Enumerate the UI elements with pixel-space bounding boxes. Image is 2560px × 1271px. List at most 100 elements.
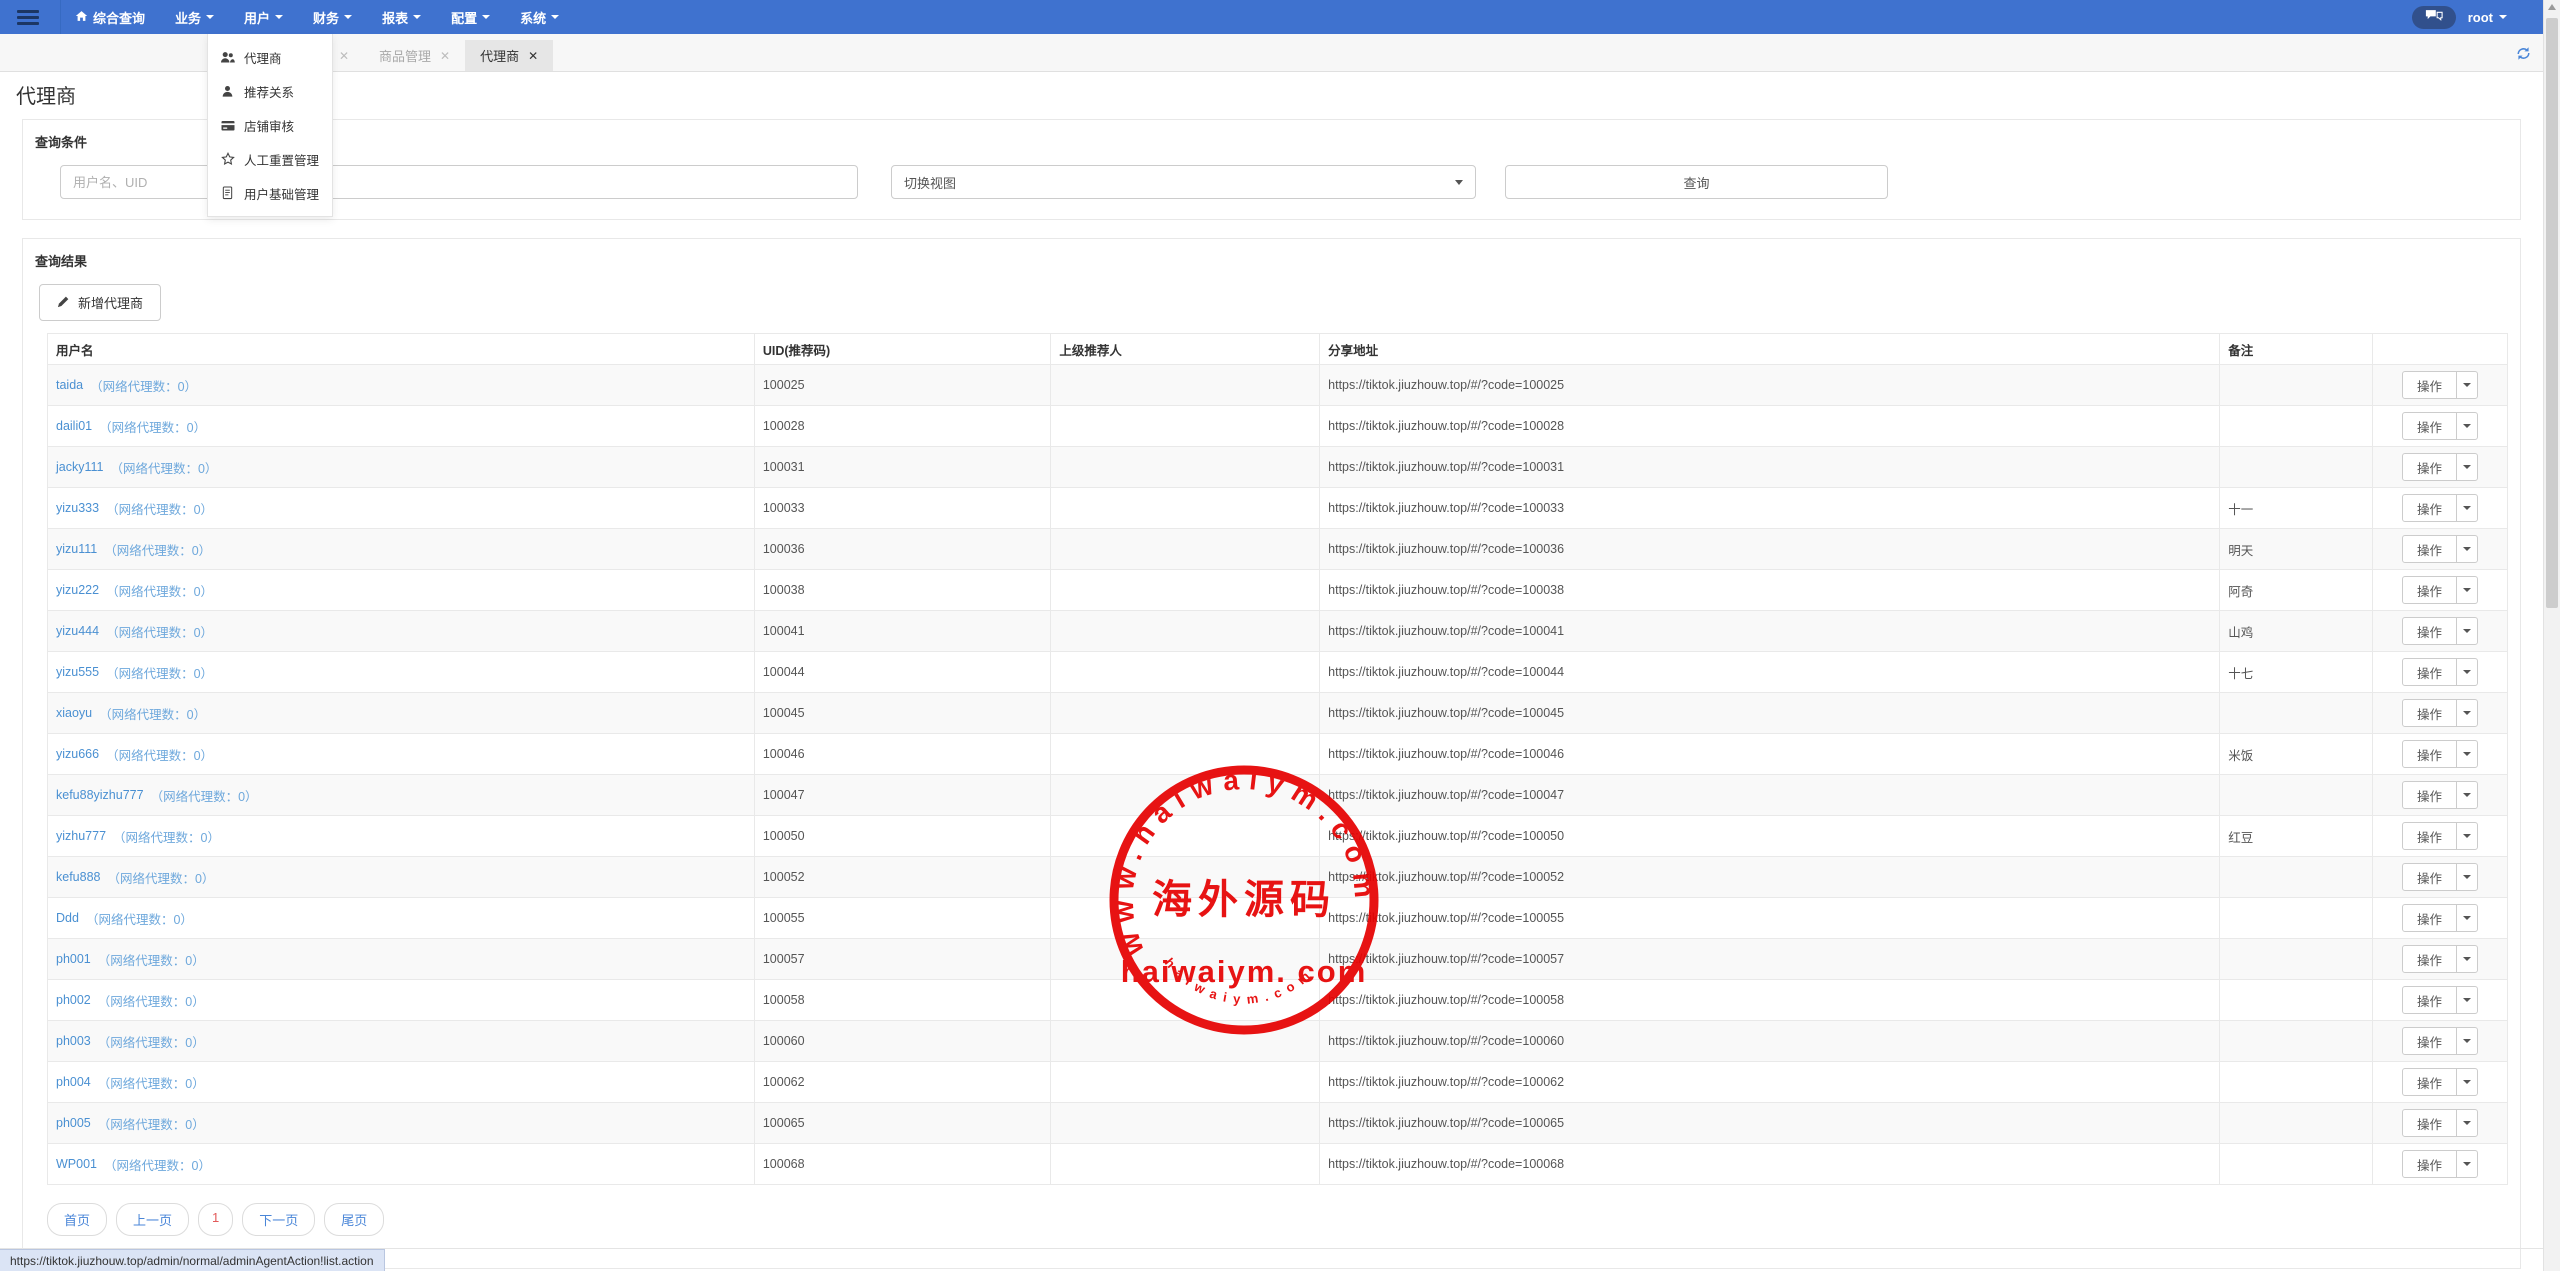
menu-item-referrals[interactable]: 推荐关系 [208,74,332,108]
messages-button[interactable] [2412,6,2456,29]
row-action-caret[interactable] [2456,863,2478,891]
pagination-next[interactable]: 下一页 [242,1203,315,1236]
row-action-button[interactable]: 操作 [2402,986,2457,1014]
username-link[interactable]: ph001 [56,952,91,966]
row-action-button[interactable]: 操作 [2402,658,2457,686]
row-action-caret[interactable] [2456,822,2478,850]
row-action-button[interactable]: 操作 [2402,412,2457,440]
row-action-button[interactable]: 操作 [2402,740,2457,768]
username-link[interactable]: yizu444 [56,624,99,638]
username-link[interactable]: yizu222 [56,583,99,597]
row-action-button[interactable]: 操作 [2402,1068,2457,1096]
username-link[interactable]: yizu333 [56,501,99,515]
row-action-button[interactable]: 操作 [2402,1027,2457,1055]
table-row: kefu88yizhu777 （网络代理数：0） 100047 https://… [48,774,2507,815]
row-action-caret[interactable] [2456,740,2478,768]
pagination-last[interactable]: 尾页 [324,1203,384,1236]
user-menu[interactable]: root [2468,10,2507,25]
username-link[interactable]: yizhu777 [56,829,106,843]
row-action-caret[interactable] [2456,412,2478,440]
nav-item-report[interactable]: 报表 [382,8,421,27]
menu-item-user-base[interactable]: 用户基础管理 [208,176,332,210]
row-action-button[interactable]: 操作 [2402,453,2457,481]
username-link[interactable]: yizu666 [56,747,99,761]
row-action-button[interactable]: 操作 [2402,699,2457,727]
pagination-first[interactable]: 首页 [47,1203,107,1236]
scrollbar-thumb[interactable] [2546,18,2558,608]
row-action-button[interactable]: 操作 [2402,945,2457,973]
menu-item-shop-review[interactable]: 店铺审核 [208,108,332,142]
row-action-caret[interactable] [2456,986,2478,1014]
row-action-button[interactable]: 操作 [2402,822,2457,850]
hamburger-menu-icon[interactable] [6,0,50,34]
row-action-caret[interactable] [2456,1068,2478,1096]
menu-item-manual-reset[interactable]: 人工重置管理 [208,142,332,176]
nav-item-business[interactable]: 业务 [175,8,214,27]
pagination-prev[interactable]: 上一页 [116,1203,189,1236]
close-icon[interactable]: ✕ [528,49,538,63]
row-action-caret[interactable] [2456,453,2478,481]
row-action-button[interactable]: 操作 [2402,781,2457,809]
username-link[interactable]: yizu111 [56,542,97,556]
row-action-button[interactable]: 操作 [2402,371,2457,399]
star-icon [220,152,235,166]
tab-agents[interactable]: 代理商 ✕ [465,40,553,71]
row-action-button[interactable]: 操作 [2402,617,2457,645]
pagination-current-page[interactable]: 1 [198,1203,233,1236]
view-select[interactable]: 切换视图 [891,165,1476,199]
username-link[interactable]: yizu555 [56,665,99,679]
tab-products[interactable]: 商品管理 ✕ [364,40,465,71]
row-action-caret[interactable] [2456,535,2478,563]
row-action-button[interactable]: 操作 [2402,1150,2457,1178]
row-action-caret[interactable] [2456,945,2478,973]
username-link[interactable]: ph004 [56,1075,91,1089]
username-link[interactable]: Ddd [56,911,79,925]
username-link[interactable]: daili01 [56,419,92,433]
row-action-caret[interactable] [2456,699,2478,727]
row-action-caret[interactable] [2456,1150,2478,1178]
scroll-up-arrow-icon[interactable] [2548,4,2556,10]
row-action-caret[interactable] [2456,904,2478,932]
add-agent-button[interactable]: 新增代理商 [39,284,161,321]
username-link[interactable]: ph002 [56,993,91,1007]
username-link[interactable]: taida [56,378,83,392]
nav-item-system[interactable]: 系统 [520,8,559,27]
menu-item-agents[interactable]: 代理商 [208,40,332,74]
nav-item-overview[interactable]: 综合查询 [75,8,145,27]
close-icon[interactable]: ✕ [339,49,349,63]
search-button[interactable]: 查询 [1505,165,1888,199]
row-action-button[interactable]: 操作 [2402,494,2457,522]
username-link[interactable]: kefu888 [56,870,100,884]
divider [60,0,61,34]
username-link[interactable]: xiaoyu [56,706,92,720]
nav-item-user[interactable]: 用户 [244,8,283,27]
refresh-icon[interactable] [2515,46,2532,64]
row-action-caret[interactable] [2456,494,2478,522]
username-link[interactable]: ph005 [56,1116,91,1130]
row-action-button[interactable]: 操作 [2402,904,2457,932]
vertical-scrollbar[interactable] [2543,0,2560,1271]
username-link[interactable]: WP001 [56,1157,97,1171]
chevron-down-icon [2463,1080,2471,1084]
row-action-button[interactable]: 操作 [2402,576,2457,604]
row-action-button[interactable]: 操作 [2402,863,2457,891]
close-icon[interactable]: ✕ [440,49,450,63]
row-action-caret[interactable] [2456,576,2478,604]
row-action-caret[interactable] [2456,1109,2478,1137]
row-action-button[interactable]: 操作 [2402,1109,2457,1137]
keyword-input[interactable] [60,165,858,199]
referrer-cell [1051,529,1320,569]
row-action-caret[interactable] [2456,371,2478,399]
row-action-caret[interactable] [2456,617,2478,645]
nav-item-label: 用户 [244,8,270,27]
username-link[interactable]: kefu88yizhu777 [56,788,144,802]
username-link[interactable]: ph003 [56,1034,91,1048]
nav-item-finance[interactable]: 财务 [313,8,352,27]
nav-item-config[interactable]: 配置 [451,8,490,27]
row-action-caret[interactable] [2456,658,2478,686]
nav-item-label: 报表 [382,8,408,27]
row-action-caret[interactable] [2456,781,2478,809]
row-action-button[interactable]: 操作 [2402,535,2457,563]
row-action-caret[interactable] [2456,1027,2478,1055]
username-link[interactable]: jacky111 [56,460,103,474]
